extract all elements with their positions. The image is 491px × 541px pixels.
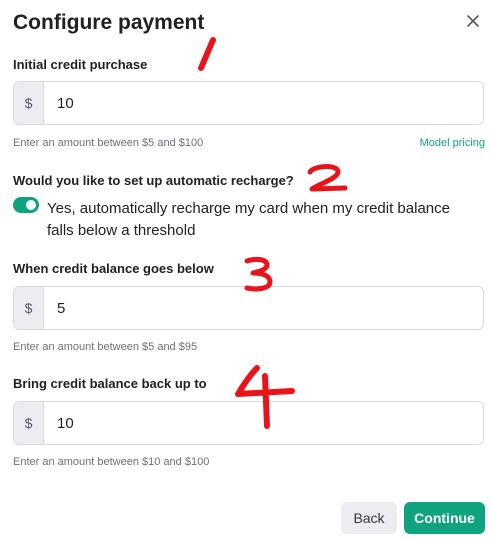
initial-purchase-field[interactable]: $ [13, 81, 484, 125]
continue-button[interactable]: Continue [404, 502, 485, 534]
toggle-knob [26, 200, 36, 210]
threshold-label: When credit balance goes below [13, 261, 214, 276]
annotation-1-icon [198, 37, 216, 71]
recharge-question: Would you like to set up automatic recha… [13, 173, 294, 188]
threshold-field[interactable]: $ [13, 286, 484, 330]
dialog-title: Configure payment [13, 11, 205, 34]
close-icon[interactable] [466, 14, 480, 28]
target-hint: Enter an amount between $10 and $100 [13, 456, 210, 468]
model-pricing-link[interactable]: Model pricing [420, 137, 485, 149]
auto-recharge-label: Yes, automatically recharge my card when… [47, 200, 450, 239]
currency-prefix: $ [14, 287, 44, 329]
auto-recharge-toggle[interactable] [13, 197, 39, 213]
threshold-hint: Enter an amount between $5 and $95 [13, 341, 198, 353]
initial-purchase-label: Initial credit purchase [13, 57, 148, 72]
threshold-input[interactable] [57, 287, 475, 329]
currency-prefix: $ [14, 402, 44, 444]
target-label: Bring credit balance back up to [13, 376, 207, 391]
target-field[interactable]: $ [13, 401, 484, 445]
annotation-2-icon [307, 164, 348, 192]
currency-prefix: $ [14, 82, 44, 124]
initial-purchase-hint: Enter an amount between $5 and $100 [13, 137, 204, 149]
back-button[interactable]: Back [341, 502, 397, 534]
target-input[interactable] [57, 402, 475, 444]
initial-purchase-input[interactable] [57, 82, 475, 124]
